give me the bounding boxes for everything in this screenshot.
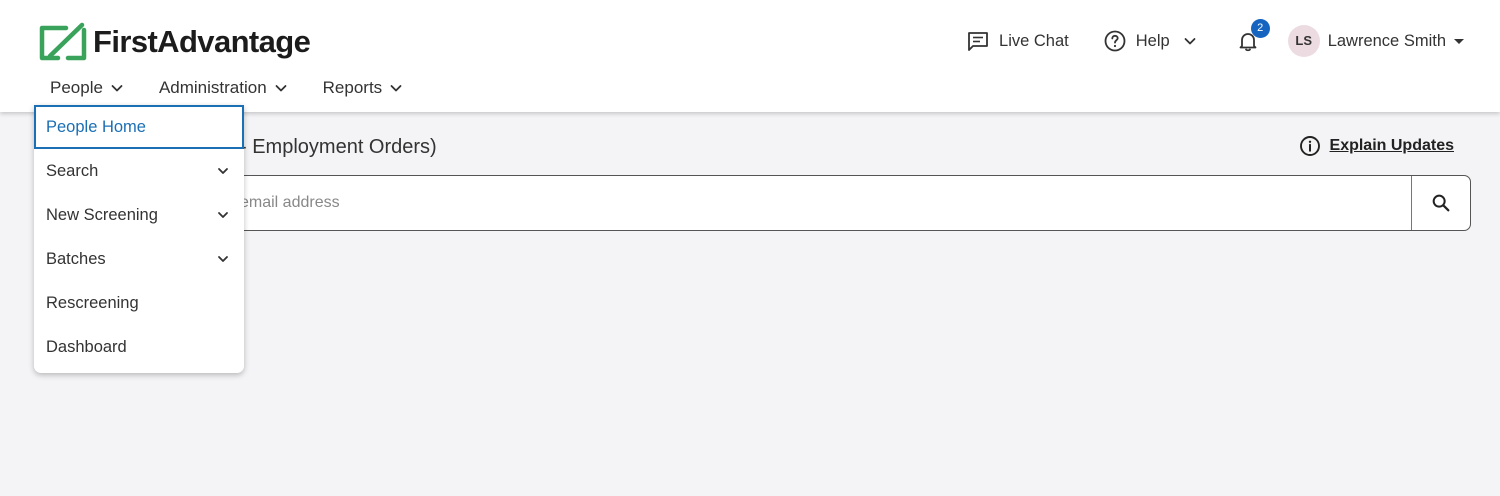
nav-reports-label: Reports [322,78,383,97]
live-chat-label: Live Chat [999,31,1069,50]
top-header: FirstAdvantage People Administration Rep… [0,0,1500,112]
menu-item-label: Dashboard [46,337,127,356]
main-nav: People Administration Reports [50,76,438,100]
search-icon [1432,194,1450,212]
menu-item-people-home[interactable]: People Home [34,105,244,149]
help-icon [1104,30,1126,52]
menu-item-label: Rescreening [46,293,139,312]
chevron-down-icon [218,256,228,262]
menu-item-dashboard[interactable]: Dashboard [34,325,244,369]
menu-item-rescreening[interactable]: Rescreening [34,281,244,325]
info-icon [1299,136,1320,156]
search-button[interactable] [1411,176,1470,230]
first-advantage-logo-icon [39,22,87,61]
menu-item-label: Batches [46,249,106,268]
nav-reports[interactable]: Reports [323,76,405,100]
nav-people[interactable]: People [50,76,125,100]
menu-item-new-screening[interactable]: New Screening [34,193,244,237]
notifications-button[interactable]: 2 [1236,19,1270,53]
chevron-down-icon [275,85,287,92]
explain-updates-label: Explain Updates [1329,137,1454,154]
menu-item-batches[interactable]: Batches [34,237,244,281]
brand-logo[interactable]: FirstAdvantage [38,22,311,62]
brand-name: FirstAdvantage [93,24,311,59]
nav-administration[interactable]: Administration [159,76,289,100]
user-name: Lawrence Smith [1327,31,1446,50]
user-avatar: LS [1287,25,1320,57]
chevron-down-icon [1184,38,1196,45]
help-menu-button[interactable]: Help [1103,29,1198,53]
explain-updates-link[interactable]: Explain Updates [1299,135,1454,157]
chevron-down-icon [111,85,123,92]
menu-item-search[interactable]: Search [34,149,244,193]
page-title: - Employment Orders) [240,136,437,158]
notification-count-badge: 2 [1250,19,1270,38]
menu-item-label: Search [46,161,99,180]
menu-item-label: New Screening [46,205,158,224]
caret-down-icon [1454,38,1464,44]
people-search-box [34,175,1471,231]
chevron-down-icon [218,168,228,174]
menu-item-label: People Home [46,117,146,136]
people-dropdown-menu: People Home Search New Screening Batches… [34,105,244,373]
chevron-down-icon [218,212,228,218]
live-chat-button[interactable]: Live Chat [966,29,1069,53]
nav-administration-label: Administration [158,78,267,97]
header-actions: Live Chat Help 2 LS Lawrence Smith [966,19,1464,60]
help-label: Help [1135,31,1170,50]
nav-people-label: People [50,78,103,97]
chat-icon [968,32,988,51]
chevron-down-icon [390,85,402,92]
user-menu-button[interactable]: LS Lawrence Smith [1287,25,1464,57]
